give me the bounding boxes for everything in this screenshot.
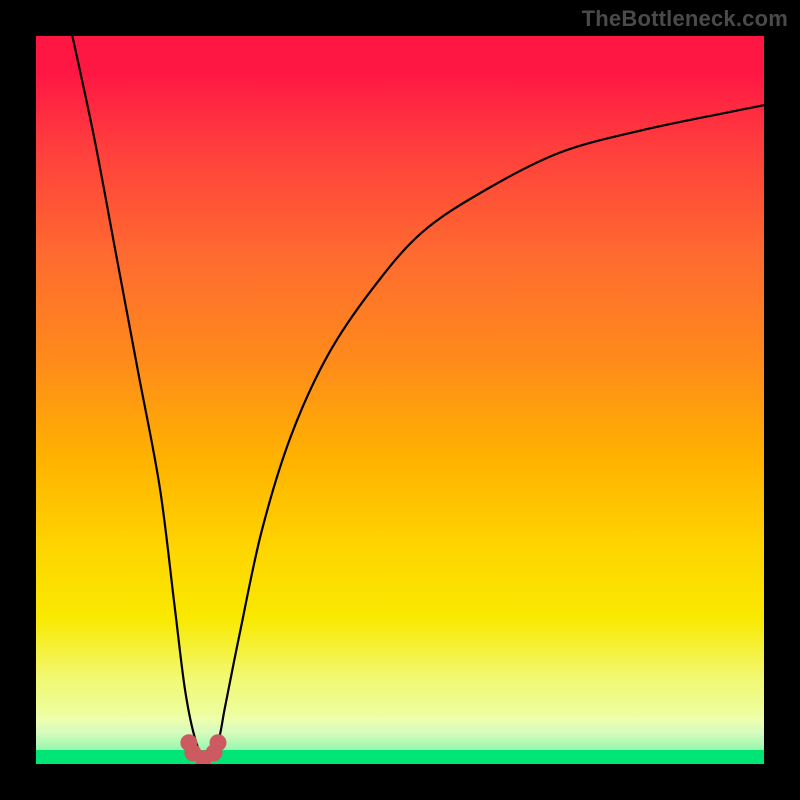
watermark-text: TheBottleneck.com [582,6,788,32]
min-marker [210,734,227,751]
chart-frame: TheBottleneck.com [0,0,800,800]
plot-area [36,36,764,764]
bottleneck-curve [36,36,764,764]
